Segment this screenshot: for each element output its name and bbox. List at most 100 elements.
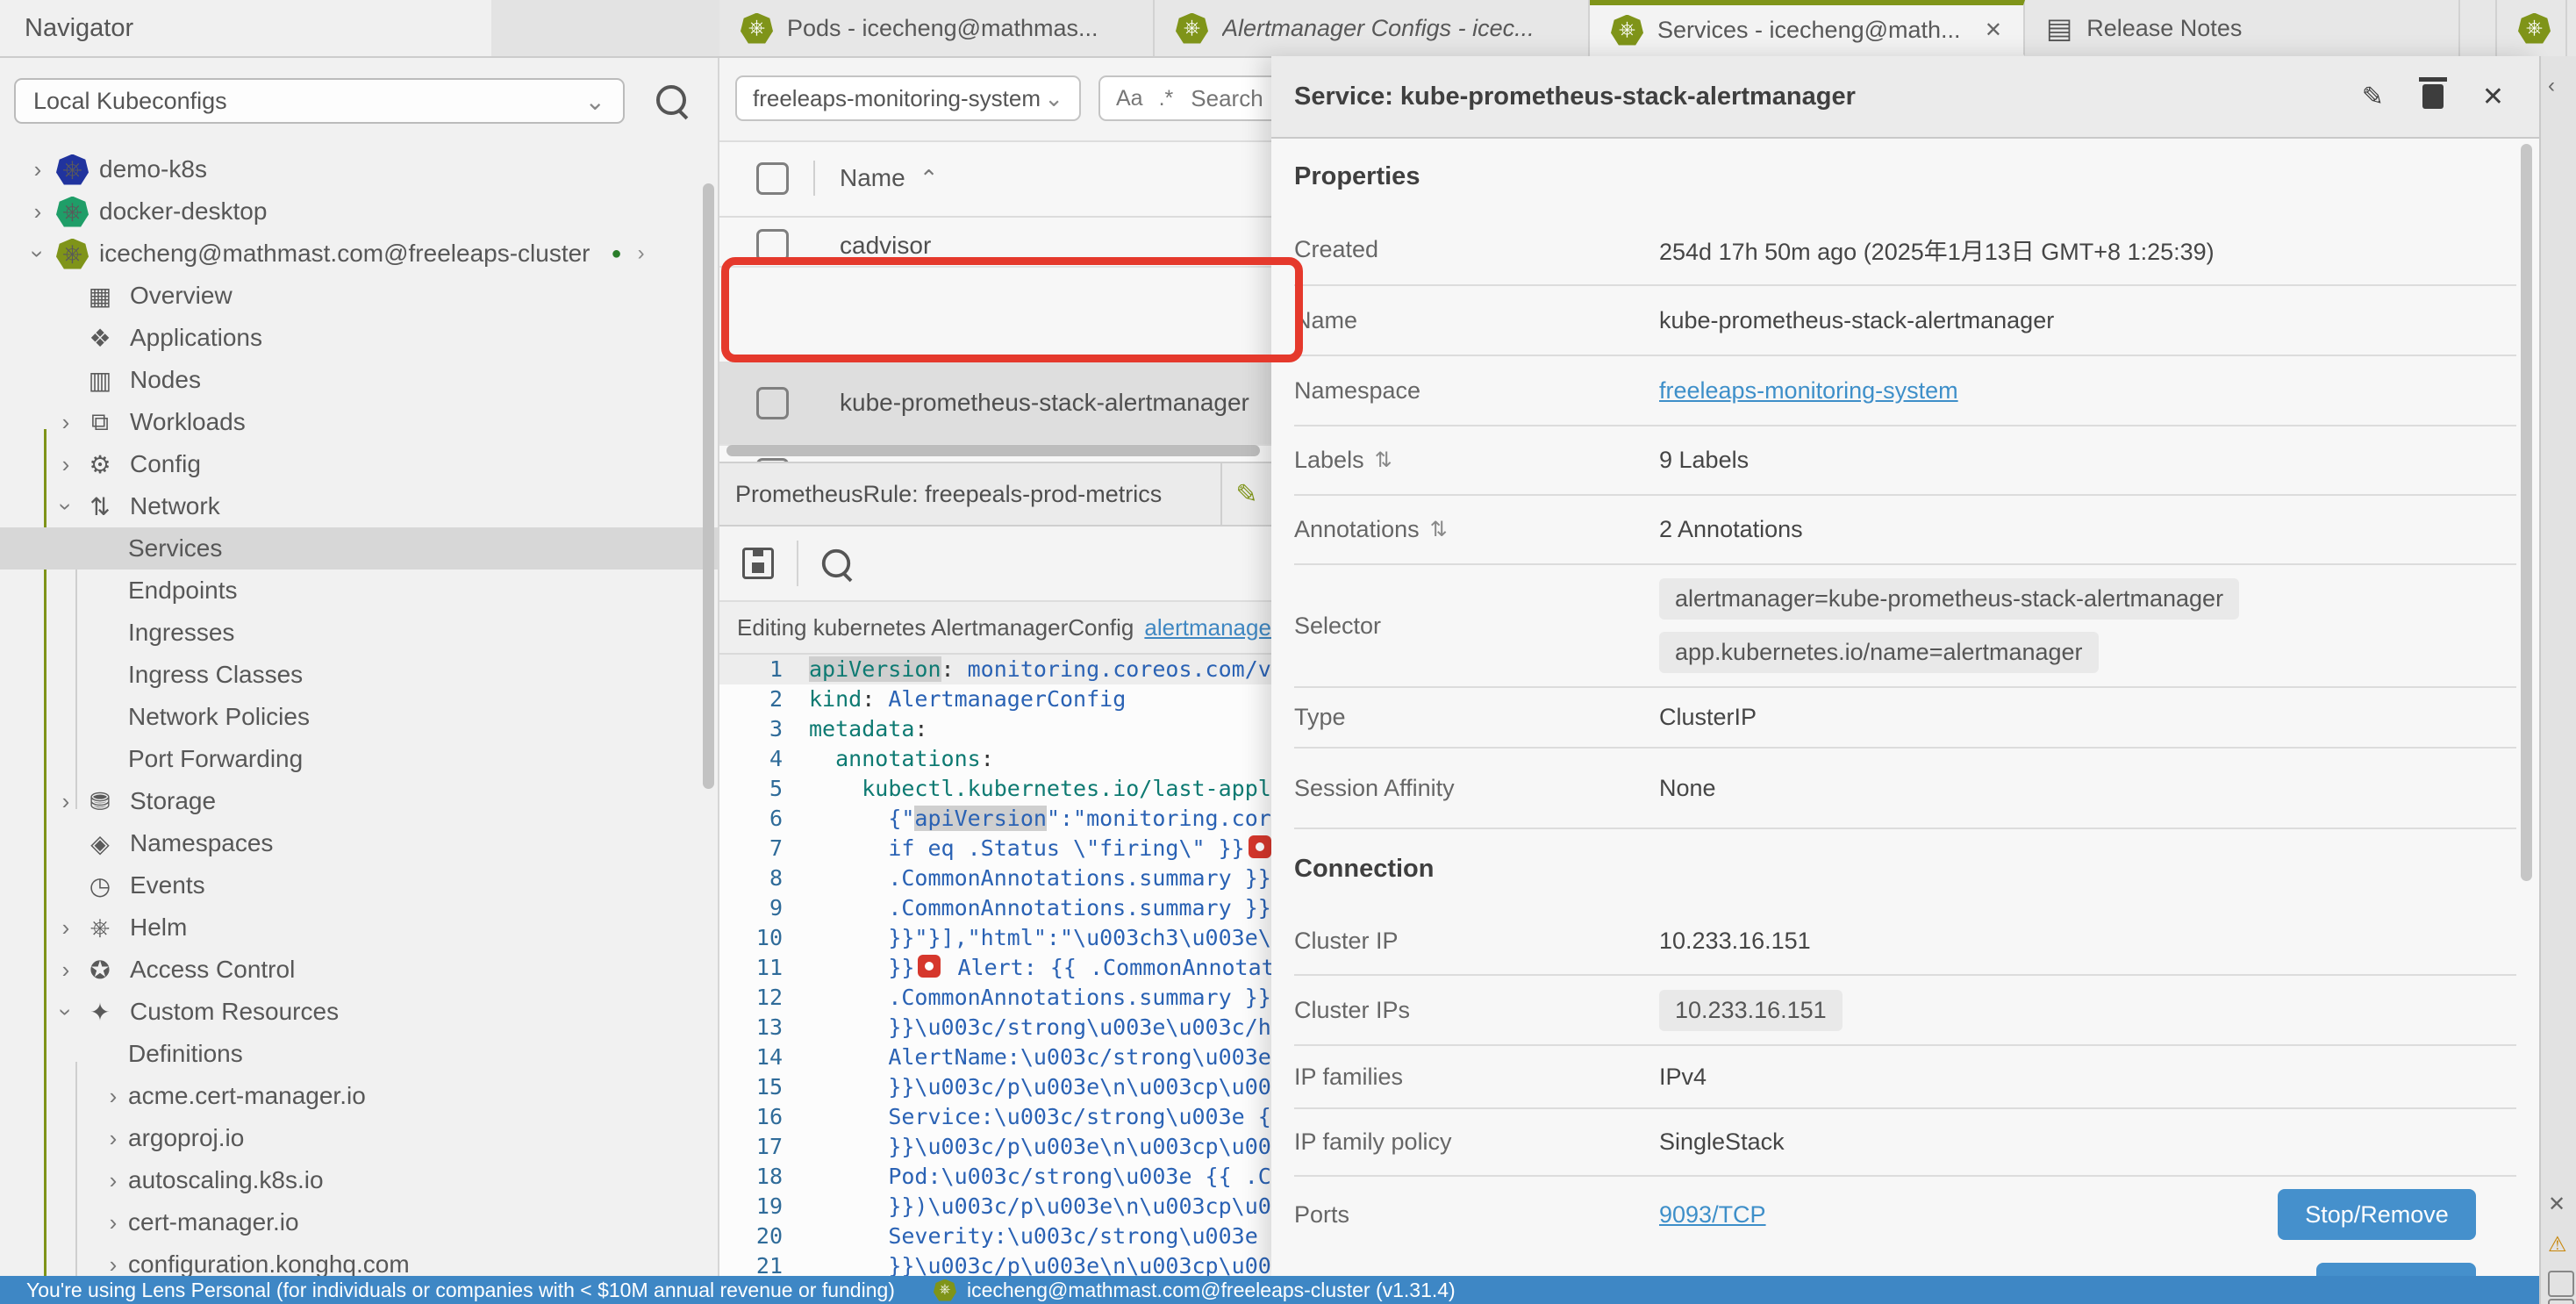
editing-resource-link[interactable]: alertmanager bbox=[1144, 614, 1271, 641]
chevron-icon[interactable]: › bbox=[51, 788, 81, 815]
sidebar-item[interactable]: Definitions ● › bbox=[0, 1033, 719, 1075]
expand-toggle-icon[interactable]: ⇅ bbox=[1430, 517, 1448, 542]
sidebar-item[interactable]: ▦ Overview ● › bbox=[0, 275, 719, 317]
table-horizontal-scrollbar[interactable] bbox=[726, 445, 1260, 456]
chevron-icon[interactable] bbox=[98, 662, 128, 689]
sidebar-item[interactable]: › ✦ Custom Resources ● › bbox=[0, 991, 719, 1033]
select-all-checkbox[interactable] bbox=[756, 162, 789, 195]
expand-toggle-icon[interactable]: ⇅ bbox=[1375, 448, 1392, 473]
regex-button[interactable]: .* bbox=[1159, 86, 1174, 111]
match-case-button[interactable]: Aa bbox=[1116, 86, 1143, 111]
sidebar-scrollbar[interactable] bbox=[703, 183, 714, 789]
chevron-icon[interactable]: › bbox=[23, 156, 53, 183]
search-input[interactable] bbox=[1189, 84, 1271, 113]
chevron-icon[interactable] bbox=[98, 535, 128, 562]
chevron-icon[interactable]: › bbox=[98, 1209, 128, 1236]
chevron-icon[interactable]: › bbox=[53, 997, 80, 1027]
chevron-icon[interactable]: › bbox=[23, 198, 53, 226]
sidebar-item[interactable]: Services ● › bbox=[0, 527, 719, 570]
namespace-select[interactable]: freeleaps-monitoring-system ⌄ bbox=[735, 75, 1081, 121]
chevron-icon[interactable] bbox=[98, 577, 128, 605]
sidebar-item[interactable]: Network Policies ● › bbox=[0, 696, 719, 738]
close-icon[interactable]: ✕ bbox=[2482, 82, 2504, 112]
code-line: 21 }}\u003c/p\u003e\n\u003cp\u003 bbox=[719, 1251, 1271, 1276]
sidebar-item[interactable]: › configuration.konghq.com ● › bbox=[0, 1243, 719, 1276]
sidebar-item[interactable]: Port Forwarding ● › bbox=[0, 738, 719, 780]
editor-dock-header[interactable]: PrometheusRule: freepeals-prod-metrics ✎ bbox=[719, 462, 1271, 527]
sidebar-item[interactable]: Ingress Classes ● › bbox=[0, 654, 719, 696]
widget-button[interactable] bbox=[2548, 1271, 2574, 1297]
sidebar-item[interactable]: › ⧉ Workloads ● › bbox=[0, 401, 719, 443]
chevron-icon[interactable]: › bbox=[51, 451, 81, 478]
sidebar-item[interactable]: › ⚙ Config ● › bbox=[0, 443, 719, 485]
chevron-icon[interactable] bbox=[51, 830, 81, 857]
sidebar-item[interactable]: › ⛃ Storage ● › bbox=[0, 780, 719, 822]
chevron-icon[interactable]: › bbox=[98, 1125, 128, 1152]
sidebar-item[interactable]: Endpoints ● › bbox=[0, 570, 719, 612]
stop-remove-button[interactable]: Stop/Remove bbox=[2278, 1189, 2476, 1240]
close-icon[interactable]: ✕ bbox=[1985, 18, 2002, 43]
chevron-icon[interactable]: › bbox=[51, 914, 81, 942]
yaml-editor[interactable]: 1apiVersion: monitoring.coreos.com/v1alp… bbox=[719, 655, 1271, 1276]
row-checkbox[interactable] bbox=[756, 229, 789, 262]
chevron-icon[interactable] bbox=[51, 367, 81, 394]
chevron-icon[interactable] bbox=[98, 704, 128, 731]
name-column-header[interactable]: Name bbox=[840, 164, 905, 192]
forward-button[interactable]: Forward... bbox=[2316, 1263, 2476, 1276]
sidebar-item[interactable]: › ⇅ Network ● › bbox=[0, 485, 719, 527]
tab[interactable]: ⎈ Alertmanager Configs - icec... ✕ bbox=[1155, 0, 1590, 56]
sidebar-item[interactable]: › cert-manager.io ● › bbox=[0, 1201, 719, 1243]
drawer-scrollbar[interactable] bbox=[2521, 144, 2532, 881]
widget-button[interactable] bbox=[2548, 1299, 2574, 1304]
edit-pencil-icon[interactable]: ✎ bbox=[1222, 479, 1271, 510]
chevron-icon[interactable] bbox=[51, 283, 81, 310]
sort-ascending-icon[interactable]: ⌃ bbox=[919, 165, 939, 192]
tab[interactable]: ⎈ A ✕ bbox=[2495, 0, 2567, 56]
chevron-icon[interactable] bbox=[51, 872, 81, 899]
delete-trash-icon[interactable] bbox=[2422, 84, 2444, 109]
code-line: 13 }}\u003c/strong\u003e\u003c/h3 bbox=[719, 1013, 1271, 1042]
sidebar-item[interactable]: › ⎈ demo-k8s ● › bbox=[0, 148, 719, 190]
chevron-icon[interactable]: › bbox=[51, 409, 81, 436]
sidebar-item[interactable]: › argoproj.io ● › bbox=[0, 1117, 719, 1159]
chevron-icon[interactable]: › bbox=[51, 957, 81, 984]
sidebar-item[interactable]: ❖ Applications ● › bbox=[0, 317, 719, 359]
sidebar-item[interactable]: › ✪ Access Control ● › bbox=[0, 949, 719, 991]
chevron-icon[interactable]: › bbox=[98, 1167, 128, 1194]
chevron-icon[interactable] bbox=[98, 1041, 128, 1068]
sidebar-item[interactable]: › ⎈ docker-desktop ● › bbox=[0, 190, 719, 233]
tab[interactable]: ⎈ Pods - icecheng@mathmas... ✕ bbox=[719, 0, 1155, 56]
save-icon[interactable] bbox=[742, 548, 774, 579]
sidebar-item[interactable]: › ⎈ icecheng@mathmast.com@freeleaps-clus… bbox=[0, 233, 719, 275]
warning-icon[interactable]: ⚠ bbox=[2548, 1232, 2567, 1257]
kubeconfig-select[interactable]: Local Kubeconfigs ⌄ bbox=[14, 78, 625, 124]
close-icon[interactable]: ✕ bbox=[2548, 1192, 2565, 1217]
chevron-right-icon[interactable]: › bbox=[638, 241, 645, 266]
search-icon[interactable] bbox=[822, 549, 850, 577]
tab[interactable]: ▤ Release Notes ✕ bbox=[2025, 0, 2460, 56]
sidebar-item[interactable]: › acme.cert-manager.io ● › bbox=[0, 1075, 719, 1117]
sidebar-item[interactable]: ▥ Nodes ● › bbox=[0, 359, 719, 401]
chevron-icon[interactable] bbox=[98, 620, 128, 647]
table-row[interactable]: cadvisor bbox=[719, 225, 1271, 268]
chevron-icon[interactable]: › bbox=[98, 1083, 128, 1110]
sidebar-item[interactable]: › ⎈ Helm ● › bbox=[0, 906, 719, 949]
sidebar-item[interactable]: › autoscaling.k8s.io ● › bbox=[0, 1159, 719, 1201]
chevron-icon[interactable]: › bbox=[53, 491, 80, 521]
row-checkbox[interactable] bbox=[756, 387, 789, 419]
edit-pencil-icon[interactable]: ✎ bbox=[2362, 82, 2384, 112]
namespace-link[interactable]: freeleaps-monitoring-system bbox=[1659, 377, 1958, 404]
kubeconfig-selected-value: Local Kubeconfigs bbox=[33, 88, 227, 115]
table-row[interactable]: kube-prometheus-stack-alertmanager bbox=[719, 362, 1271, 446]
sidebar-item[interactable]: ◈ Namespaces ● › bbox=[0, 822, 719, 864]
tab[interactable]: ⎈ Services - icecheng@math... ✕ bbox=[1590, 0, 2025, 56]
sidebar-item[interactable]: ◷ Events ● › bbox=[0, 864, 719, 906]
chevron-icon[interactable] bbox=[51, 325, 81, 352]
chevron-icon[interactable]: › bbox=[25, 239, 52, 269]
chevron-icon[interactable]: › bbox=[98, 1251, 128, 1277]
port-link[interactable]: 9093/TCP bbox=[1659, 1201, 1766, 1228]
chevron-left-icon[interactable]: ‹ bbox=[2548, 74, 2555, 98]
sidebar-search-button[interactable] bbox=[656, 85, 688, 117]
chevron-icon[interactable] bbox=[98, 746, 128, 773]
sidebar-item[interactable]: Ingresses ● › bbox=[0, 612, 719, 654]
